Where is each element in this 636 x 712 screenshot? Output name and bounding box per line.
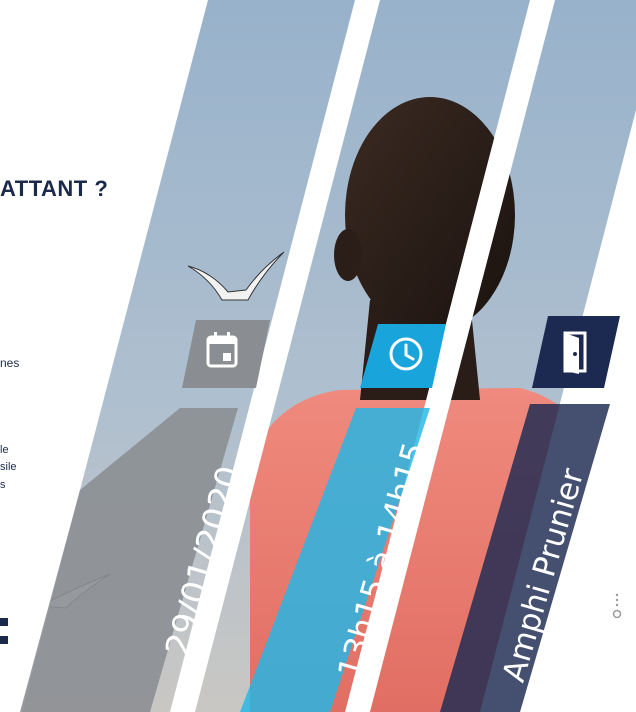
headline: ATTANT ? — [0, 176, 109, 201]
scroll-dots-icon — [612, 593, 622, 619]
clock-icon — [389, 337, 423, 371]
text-fragment: sile — [0, 461, 17, 473]
door-icon — [563, 331, 587, 374]
text-fragment: nes — [0, 356, 20, 370]
text-fragment: s — [0, 479, 6, 491]
text-fragment: le — [0, 444, 9, 456]
colon-mark — [0, 614, 8, 648]
calendar-icon — [206, 332, 238, 368]
